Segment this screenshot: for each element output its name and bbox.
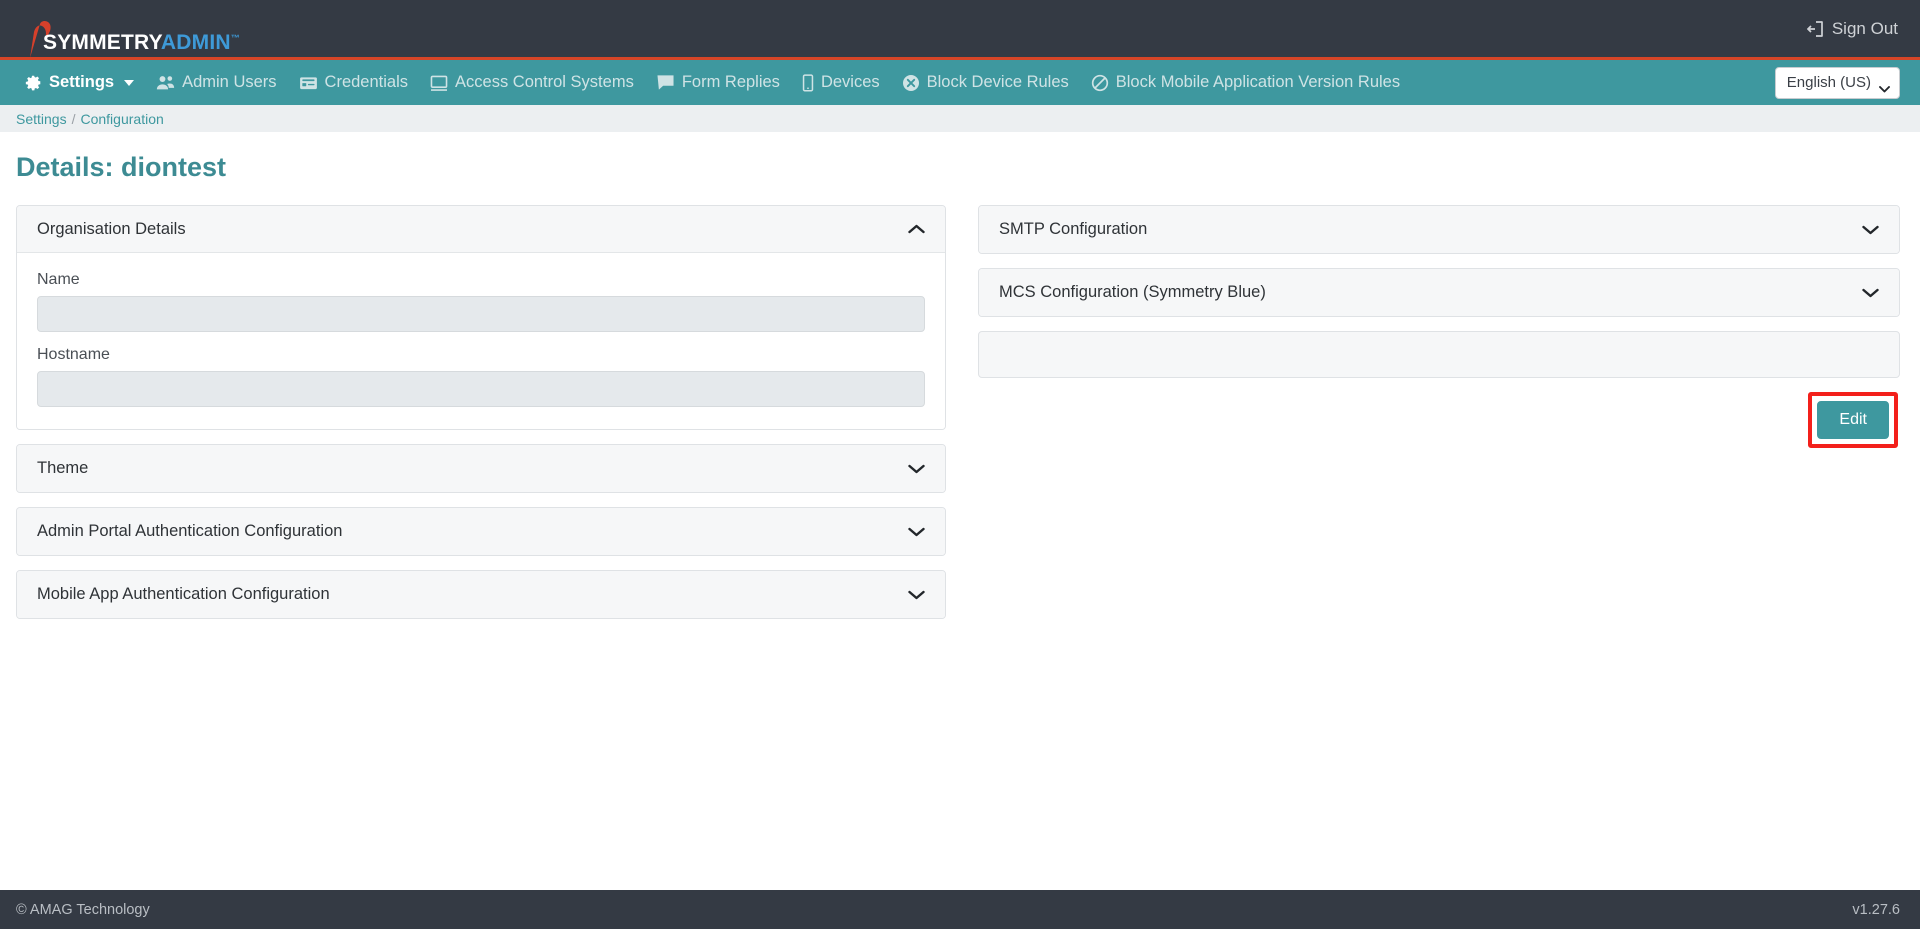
users-icon <box>156 74 175 91</box>
panel-smtp-configuration: SMTP Configuration <box>978 205 1900 254</box>
nav-label-settings: Settings <box>49 73 115 91</box>
brand-logo-area[interactable]: SYMMETRYADMIN™ <box>20 0 251 59</box>
times-circle-icon <box>902 74 920 92</box>
brand-trademark: ™ <box>230 32 240 43</box>
page-title: Details: diontest <box>16 152 227 182</box>
panel-title-mcs-configuration: MCS Configuration (Symmetry Blue) <box>999 283 1266 301</box>
field-hostname: Hostname <box>37 346 925 407</box>
chevron-down-icon[interactable] <box>908 464 925 474</box>
panel-empty <box>978 331 1900 378</box>
nav-label-form-replies: Form Replies <box>681 73 780 91</box>
comment-icon <box>656 74 675 91</box>
language-selector-wrapper: English (US) <box>1774 66 1900 99</box>
chevron-down-icon[interactable] <box>1862 288 1879 298</box>
nav-item-credentials[interactable]: Credentials <box>288 73 419 92</box>
panel-mobile-app-authentication-configuration: Mobile App Authentication Configuration <box>16 570 946 619</box>
nav-item-block-mobile-application-version-rules[interactable]: Block Mobile Application Version Rules <box>1080 73 1411 92</box>
nav-label-access-control-systems: Access Control Systems <box>455 73 634 91</box>
gear-icon <box>25 74 42 91</box>
panel-header-mobile-app-authentication-configuration[interactable]: Mobile App Authentication Configuration <box>17 571 945 618</box>
panel-title-mobile-app-authentication-configuration: Mobile App Authentication Configuration <box>37 585 330 603</box>
mobile-icon <box>802 73 814 92</box>
monitor-icon <box>430 75 448 91</box>
panel-header-organisation-details[interactable]: Organisation Details <box>17 206 945 253</box>
brand-wordmark: SYMMETRYADMIN™ <box>43 32 240 53</box>
nav-item-admin-users[interactable]: Admin Users <box>145 73 287 92</box>
field-name: Name <box>37 271 925 332</box>
right-column: SMTP Configuration MCS Configuration (Sy… <box>978 205 1900 448</box>
sign-out-label: Sign Out <box>1831 18 1898 38</box>
page-footer: © AMAG Technology v1.27.6 <box>0 890 1920 929</box>
edit-button[interactable]: Edit <box>1817 401 1889 439</box>
panel-mcs-configuration: MCS Configuration (Symmetry Blue) <box>978 268 1900 317</box>
nav-label-block-device-rules: Block Device Rules <box>926 73 1069 91</box>
nav-item-form-replies[interactable]: Form Replies <box>645 73 791 92</box>
edit-button-row: Edit <box>978 392 1900 448</box>
breadcrumb-item-configuration[interactable]: Configuration <box>80 111 163 127</box>
ban-icon <box>1091 74 1109 92</box>
panel-header-mcs-configuration[interactable]: MCS Configuration (Symmetry Blue) <box>979 269 1899 316</box>
left-column: Organisation Details Name Hostname Theme… <box>16 205 946 633</box>
nav-label-credentials: Credentials <box>324 73 409 91</box>
page-content: Details: diontest Organisation Details N… <box>0 132 1920 633</box>
footer-version: v1.27.6 <box>1852 901 1900 918</box>
panel-header-theme[interactable]: Theme <box>17 445 945 492</box>
nav-label-block-mobile-application-version-rules: Block Mobile Application Version Rules <box>1115 73 1401 91</box>
language-selected-value: English (US) <box>1786 74 1871 91</box>
chevron-down-icon[interactable] <box>908 590 925 600</box>
panel-header-smtp-configuration[interactable]: SMTP Configuration <box>979 206 1899 253</box>
top-header-bar: SYMMETRYADMIN™ Sign Out <box>0 0 1920 60</box>
field-label-hostname: Hostname <box>37 346 110 363</box>
name-input[interactable] <box>37 296 925 332</box>
nav-item-access-control-systems[interactable]: Access Control Systems <box>419 73 645 92</box>
panel-title-organisation-details: Organisation Details <box>37 219 186 238</box>
nav-item-settings[interactable]: Settings <box>14 73 145 92</box>
chevron-up-icon[interactable] <box>908 224 925 234</box>
breadcrumb-item-settings[interactable]: Settings <box>16 111 67 127</box>
nav-items-list: Settings Admin Users Credentials Access … <box>14 73 1411 92</box>
panel-theme: Theme <box>16 444 946 493</box>
chevron-down-icon[interactable] <box>908 527 925 537</box>
panel-title-theme: Theme <box>37 459 89 477</box>
footer-copyright: © AMAG Technology <box>16 901 150 918</box>
main-navigation-bar: Settings Admin Users Credentials Access … <box>0 60 1920 105</box>
panel-admin-portal-authentication-configuration: Admin Portal Authentication Configuratio… <box>16 507 946 556</box>
nav-label-devices: Devices <box>820 73 880 91</box>
breadcrumb: Settings / Configuration <box>0 105 1920 132</box>
chevron-down-icon[interactable] <box>1862 225 1879 235</box>
panel-header-admin-portal-authentication-configuration[interactable]: Admin Portal Authentication Configuratio… <box>17 508 945 555</box>
panel-organisation-details: Organisation Details Name Hostname <box>16 205 946 430</box>
sign-out-icon <box>1806 20 1825 38</box>
language-select[interactable]: English (US) <box>1774 66 1900 99</box>
field-label-name: Name <box>37 271 80 288</box>
chevron-down-icon <box>124 79 135 86</box>
hostname-input[interactable] <box>37 371 925 407</box>
panel-body-organisation-details: Name Hostname <box>17 253 945 429</box>
edit-button-highlight-annotation: Edit <box>1808 392 1898 448</box>
two-column-layout: Organisation Details Name Hostname Theme… <box>16 205 1900 633</box>
panel-title-smtp-configuration: SMTP Configuration <box>999 220 1148 238</box>
nav-item-block-device-rules[interactable]: Block Device Rules <box>891 73 1080 92</box>
sign-out-button[interactable]: Sign Out <box>1806 18 1898 39</box>
brand-text-symmetry: SYMMETRY <box>43 30 161 54</box>
card-icon <box>299 76 318 90</box>
nav-label-admin-users: Admin Users <box>182 73 277 91</box>
panel-title-admin-portal-authentication-configuration: Admin Portal Authentication Configuratio… <box>37 522 343 540</box>
breadcrumb-separator: / <box>71 110 76 127</box>
brand-text-admin: ADMIN <box>160 30 231 54</box>
nav-item-devices[interactable]: Devices <box>791 73 891 92</box>
